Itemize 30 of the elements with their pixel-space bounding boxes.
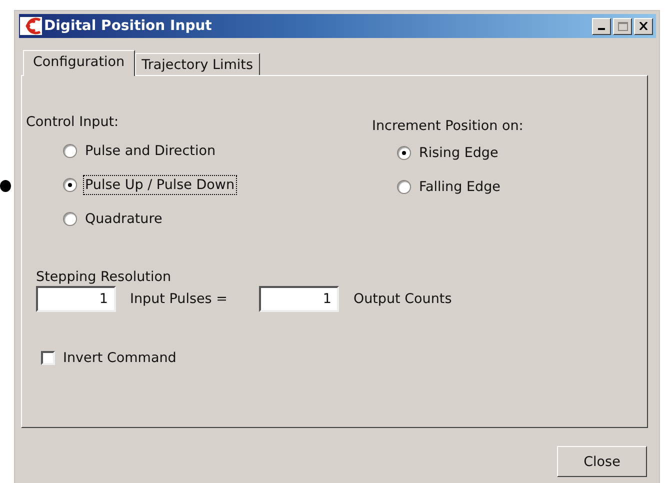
radio-label[interactable]: Quadrature bbox=[85, 210, 162, 226]
input-field[interactable]: 1 bbox=[36, 286, 116, 312]
radio-label[interactable]: Rising Edge bbox=[419, 144, 498, 160]
radio-label[interactable]: Pulse Up / Pulse Down bbox=[85, 176, 235, 192]
close-icon bbox=[639, 22, 648, 30]
radio-label[interactable]: Falling Edge bbox=[419, 178, 500, 194]
bullet-dot bbox=[0, 180, 11, 192]
field-label: Input Pulses = bbox=[130, 291, 228, 307]
radio-label[interactable]: Pulse and Direction bbox=[85, 142, 216, 158]
close-button[interactable] bbox=[634, 18, 653, 34]
radio-button[interactable] bbox=[397, 146, 411, 160]
section-label: Stepping Resolution bbox=[36, 269, 172, 285]
maximize-button[interactable] bbox=[613, 18, 632, 34]
input-field[interactable]: 1 bbox=[259, 286, 340, 312]
group-label: Increment Position on: bbox=[372, 118, 524, 134]
minimize-button[interactable] bbox=[592, 18, 611, 34]
close-dialog-button[interactable]: Close bbox=[557, 446, 647, 477]
tab[interactable]: Trajectory Limits bbox=[134, 53, 260, 75]
group-label: Control Input: bbox=[26, 114, 120, 130]
checkbox[interactable] bbox=[41, 351, 55, 365]
checkbox-label[interactable]: Invert Command bbox=[63, 350, 176, 366]
radio-button[interactable] bbox=[63, 144, 77, 158]
logo-icon bbox=[20, 17, 42, 35]
field-label: Output Counts bbox=[353, 291, 452, 307]
radio-button[interactable] bbox=[63, 212, 77, 226]
tab[interactable]: Configuration bbox=[23, 50, 135, 76]
radio-button[interactable] bbox=[397, 180, 411, 194]
radio-button[interactable] bbox=[63, 178, 77, 192]
maximize-icon bbox=[618, 22, 628, 30]
window-title: Digital Position Input bbox=[44, 18, 213, 34]
